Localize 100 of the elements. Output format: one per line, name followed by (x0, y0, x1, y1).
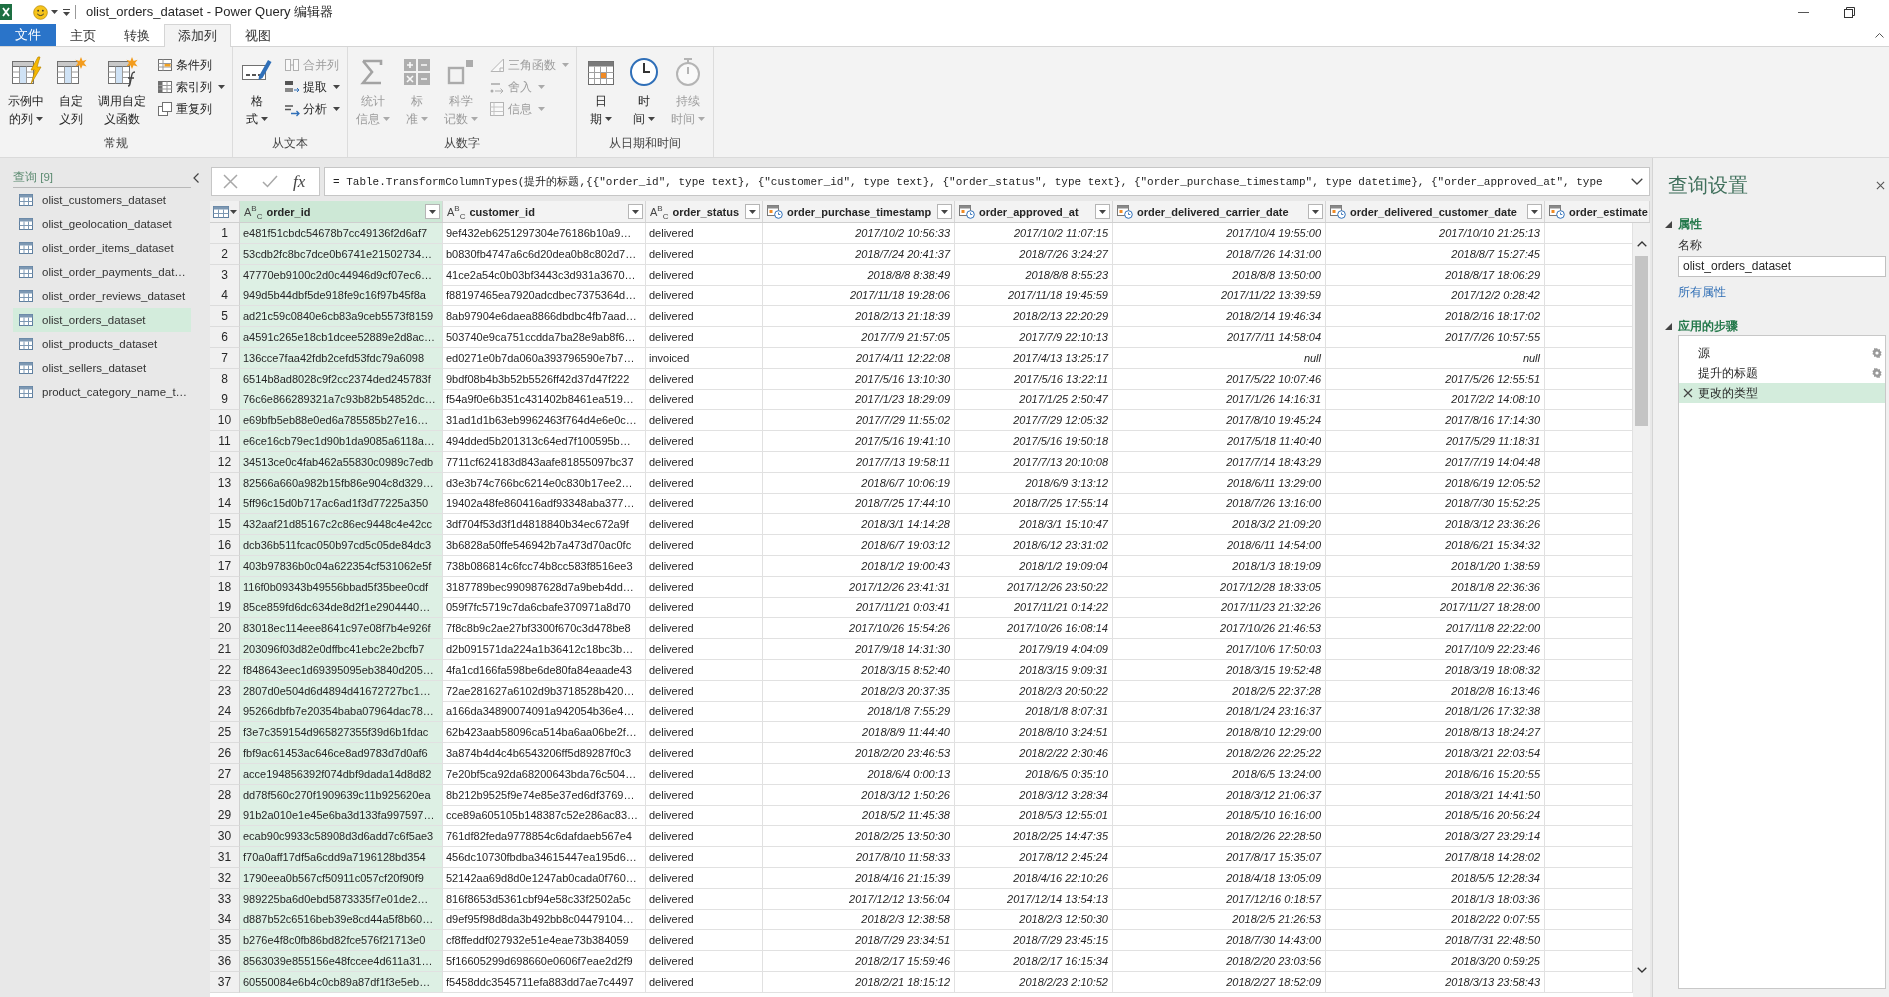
query-item[interactable]: olist_sellers_dataset (13, 356, 191, 380)
menu-tab[interactable]: 添加列 (164, 24, 231, 47)
gear-icon[interactable] (1872, 348, 1882, 358)
column-header[interactable]: order_delivered_carrier_date (1113, 201, 1326, 222)
column-header[interactable]: order_estimate (1545, 201, 1650, 222)
table-cell: delivered (646, 659, 763, 681)
chevron-down-icon[interactable] (1636, 967, 1647, 973)
all-properties-link[interactable]: 所有属性 (1678, 284, 1726, 300)
ribbon-button[interactable]: 条件列 (154, 54, 228, 76)
table-cell: 2017/7/29 11:55:02 (763, 410, 955, 432)
table-cell: 2017/11/21 0:14:22 (955, 597, 1113, 619)
table-icon (19, 386, 33, 398)
column-header[interactable]: order_purchase_timestamp (763, 201, 955, 222)
filter-button[interactable] (937, 204, 952, 219)
column-header[interactable]: order_approved_at (955, 201, 1113, 222)
scrollbar[interactable] (1633, 223, 1650, 997)
section-toggle[interactable]: 应用的步骤 (1665, 317, 1889, 335)
table-icon (19, 218, 33, 230)
customize-icon[interactable] (62, 7, 71, 17)
table-cell: 2017/7/9 21:57:05 (763, 327, 955, 348)
table-cell: 2018/8/9 11:44:40 (763, 722, 955, 744)
query-item[interactable]: olist_order_items_dataset (13, 236, 191, 260)
column-header[interactable]: A$^{B}$$_{C}$ order_status (646, 201, 763, 222)
filter-button[interactable] (1308, 204, 1323, 219)
table-cell: 91b2a010e1e45e6ba3d133fa997597… (240, 805, 443, 827)
ribbon-button[interactable]: 日 期 (581, 54, 621, 130)
insert-function-button[interactable]: fx (291, 171, 308, 192)
table-cell: delivered (646, 451, 763, 473)
ribbon-button[interactable]: 重复列 (154, 98, 228, 120)
query-item[interactable]: olist_geolocation_dataset (13, 212, 191, 236)
step-item[interactable]: 提升的标题 (1679, 363, 1885, 383)
column-header[interactable]: A$^{B}$$_{C}$ customer_id (443, 201, 646, 222)
formula-field[interactable]: = Table.TransformColumnTypes(提升的标题,{{"order_id", type text}, {"customer_id", type text}, {"order_status", type text}, {"order_purchase_timestamp", type datetime}, {"order_approved_at", type (324, 167, 1650, 196)
table-cell: f54a9f0e6b351c431402b8461ea519… (443, 389, 646, 411)
ribbon-button[interactable]: 自定 义列 (51, 54, 91, 130)
table-cell: 8b212b9525f9e74e85e37ed6df3769… (443, 784, 646, 806)
table-cell: delivered (646, 618, 763, 640)
table-cell: a4591c265e18cb1dcee52889e2d8ac… (240, 327, 443, 348)
table-cell: 2017/10/26 16:08:14 (955, 618, 1113, 640)
section-toggle[interactable]: 属性 (1665, 215, 1889, 233)
caret-icon[interactable] (51, 10, 58, 14)
table-cell: 9bdf08b4b3b52b5526ff42d37d47f222 (443, 368, 646, 390)
ribbon-button[interactable]: 格 式 (237, 54, 277, 130)
group-label: 常规 (103, 135, 129, 152)
table-cell: 2017/4/13 13:25:17 (955, 347, 1113, 369)
row-number: 32 (210, 867, 240, 889)
chevron-left-icon[interactable] (193, 173, 199, 183)
menu-tab[interactable]: 转换 (110, 24, 164, 47)
table-cell: delivered (646, 846, 763, 868)
filter-button[interactable] (425, 204, 440, 219)
smiley-icon[interactable] (33, 4, 48, 20)
table-cell: 2017/5/16 13:22:11 (955, 368, 1113, 390)
check-icon[interactable] (262, 175, 278, 188)
filter-button[interactable] (1527, 204, 1542, 219)
ribbon-button[interactable]: 示例中 的列 (4, 54, 48, 130)
ribbon-button[interactable]: 索引列 (154, 76, 228, 98)
menu-tab[interactable]: 文件 (0, 24, 56, 46)
query-item[interactable]: olist_order_payments_dat… (13, 260, 191, 284)
name-field[interactable]: olist_orders_dataset (1678, 256, 1886, 277)
table-cell: 2017/10/6 17:50:03 (1113, 638, 1326, 660)
caret-icon (941, 209, 948, 214)
query-item[interactable]: olist_customers_dataset (13, 188, 191, 212)
column-header[interactable]: order_delivered_customer_date (1326, 201, 1545, 222)
delete-icon[interactable] (1683, 388, 1693, 398)
table-cell: 2017/8/10 19:45:24 (1113, 410, 1326, 432)
restore-icon[interactable] (1844, 6, 1855, 18)
table-cell: 2018/5/2 11:45:38 (763, 805, 955, 827)
table-cell: f3e7c359154d965827355f39d6b1fdac (240, 722, 443, 744)
table-menu-button[interactable] (210, 201, 240, 222)
chevron-up-icon[interactable] (1875, 33, 1884, 38)
gear-icon[interactable] (1872, 368, 1882, 378)
table-cell: 2807d0e504d6d4894d41672727bc1… (240, 680, 443, 702)
query-item[interactable]: product_category_name_t… (13, 380, 191, 404)
step-item[interactable]: 源 (1679, 343, 1885, 363)
table-cell: delivered (646, 909, 763, 931)
menu-tab[interactable]: 主页 (56, 24, 110, 47)
column-header[interactable]: A$^{B}$$_{C}$ order_id (240, 201, 443, 222)
filter-button[interactable] (628, 204, 643, 219)
step-item[interactable]: 更改的类型 (1679, 383, 1885, 403)
menu-tab[interactable]: 视图 (231, 24, 285, 47)
ribbon-button[interactable]: 调用自定 义函数 (94, 54, 150, 130)
table-cell: 2018/7/24 20:41:37 (763, 243, 955, 265)
triangle-icon (1665, 322, 1672, 330)
filter-button[interactable] (745, 204, 760, 219)
chevron-up-icon[interactable] (1636, 241, 1647, 247)
query-item[interactable]: olist_products_dataset (13, 332, 191, 356)
chevron-down-icon[interactable] (1631, 178, 1643, 185)
row-number: 37 (210, 971, 240, 993)
ribbon-button[interactable]: 提取 (281, 76, 343, 98)
close-icon[interactable] (1876, 180, 1885, 190)
ribbon-button[interactable]: 时 间 (624, 54, 664, 130)
table-cell: 2018/3/21 14:41:50 (1326, 784, 1545, 806)
row-number: 27 (210, 763, 240, 785)
ribbon-button[interactable]: 分析 (281, 98, 343, 120)
query-item[interactable]: olist_orders_dataset (13, 308, 191, 332)
table-cell: 2018/7/30 15:52:25 (1326, 493, 1545, 515)
scrollbar-thumb[interactable] (1635, 256, 1648, 426)
filter-button[interactable] (1095, 204, 1110, 219)
table-cell: acce194856392f074dbf9dada14d8d82 (240, 763, 443, 785)
query-item[interactable]: olist_order_reviews_dataset (13, 284, 191, 308)
